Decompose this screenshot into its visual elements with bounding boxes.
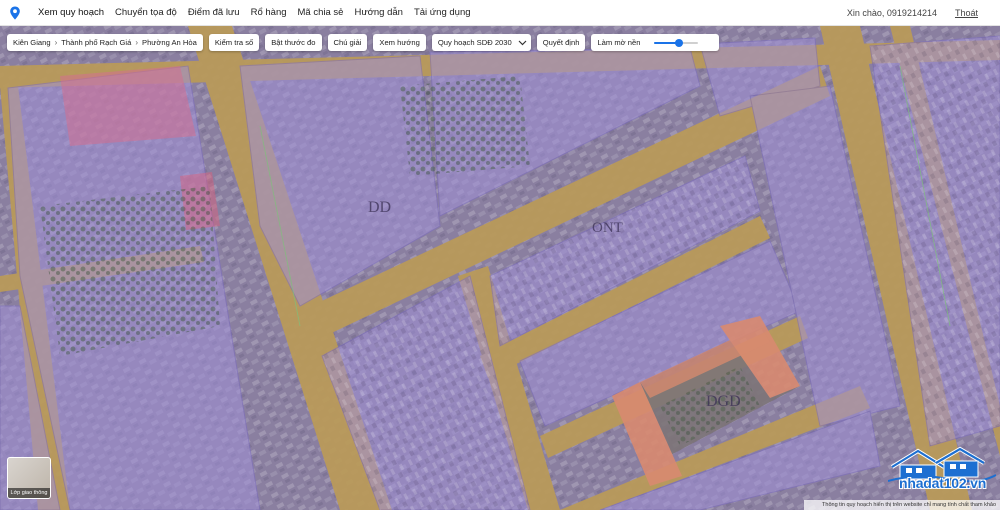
map-layer: DD ONT DGD <box>0 26 1000 510</box>
nav-xem-quy-hoach[interactable]: Xem quy hoạch <box>38 7 104 18</box>
blur-slider-thumb[interactable] <box>674 38 683 47</box>
user-greeting: Xin chào, 0919214214 <box>846 7 937 18</box>
location-pin-icon[interactable] <box>8 6 22 20</box>
blur-slider[interactable] <box>654 38 699 47</box>
nav-user-area: Xin chào, 0919214214 Thoát <box>847 8 1000 18</box>
site-watermark: nhadat102.vn <box>887 443 997 499</box>
nav-ro-hang[interactable]: Rổ hàng <box>251 7 287 18</box>
chevron-down-icon <box>518 40 527 45</box>
plan-select[interactable]: Quy hoạch SDĐ 2030 <box>431 34 531 51</box>
logout-link[interactable]: Thoát <box>955 8 978 18</box>
map-disclaimer: Thông tin quy hoạch hiển thị trên websit… <box>804 500 1000 510</box>
measure-button[interactable]: Bật thước đo <box>265 34 322 51</box>
traffic-layer-label: Lớp giao thông <box>8 488 50 498</box>
legend-button[interactable]: Chú giải <box>327 34 368 51</box>
breadcrumb: Kiên Giang › Thành phố Rạch Giá › Phường… <box>7 34 203 51</box>
traffic-layer-toggle[interactable]: Lớp giao thông <box>7 457 51 499</box>
chevron-right-icon: › <box>54 38 58 47</box>
breadcrumb-ward[interactable]: Phường An Hòa <box>142 38 197 47</box>
zone-label-ont: ONT <box>592 220 623 236</box>
nav-ma-chia-se[interactable]: Mã chia sẻ <box>298 7 344 18</box>
nav-huong-dan[interactable]: Hướng dẫn <box>354 7 403 18</box>
check-land-button[interactable]: Kiểm tra số <box>208 34 260 51</box>
decision-button[interactable]: Quyết định <box>536 34 586 51</box>
map-canvas[interactable]: DD ONT DGD <box>0 26 1000 510</box>
breadcrumb-city[interactable]: Thành phố Rạch Giá <box>61 38 131 47</box>
zone-label-dd: DD <box>368 199 391 216</box>
direction-button[interactable]: Xem hướng <box>373 34 426 51</box>
chevron-right-icon: › <box>135 38 138 47</box>
blur-control: Làm mờ nền <box>591 34 720 51</box>
zone-label-dgd: DGD <box>706 393 741 410</box>
nav-chuyen-toa-do[interactable]: Chuyển tọa độ <box>115 7 177 18</box>
plan-select-value: Quy hoạch SDĐ 2030 <box>437 38 512 47</box>
top-navbar: Xem quy hoạch Chuyển tọa độ Điểm đã lưu … <box>0 0 1000 26</box>
breadcrumb-province[interactable]: Kiên Giang <box>13 38 51 47</box>
nav-diem-da-luu[interactable]: Điểm đã lưu <box>188 7 240 18</box>
nav-tai-ung-dung[interactable]: Tải ứng dụng <box>414 7 471 18</box>
map-toolbar: Kiên Giang › Thành phố Rạch Giá › Phường… <box>7 34 725 51</box>
watermark-text: nhadat102.vn <box>899 475 987 491</box>
blur-label: Làm mờ nền <box>597 38 641 47</box>
